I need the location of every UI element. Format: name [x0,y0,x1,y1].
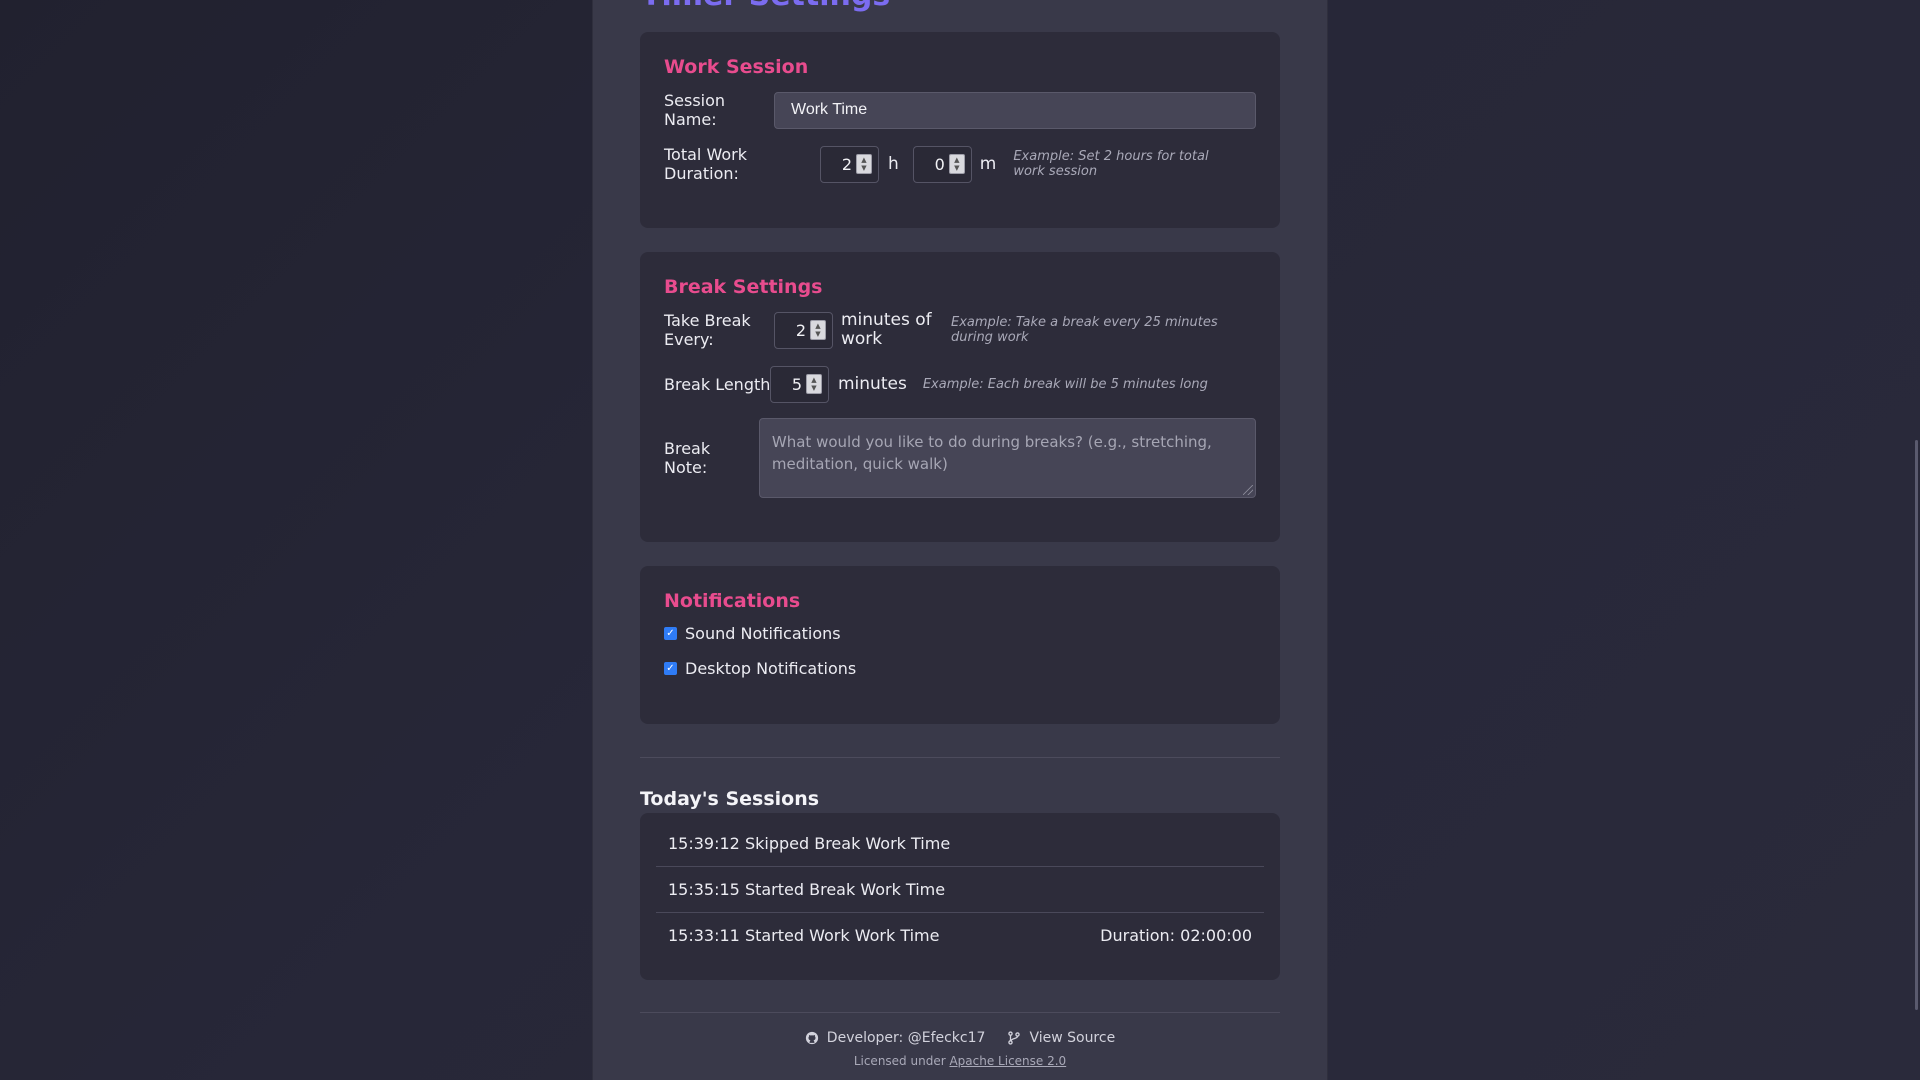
work-duration-hint: Example: Set 2 hours for total work sess… [1013,149,1209,179]
hours-value: 2 [841,154,852,174]
session-entry-text: 15:35:15 Started Break Work Time [668,880,946,899]
break-length-input[interactable]: 5 ▲ ▼ [770,365,829,403]
work-session-section: Work Session Session Name: Work Time Tot… [640,32,1280,228]
desktop-notifications-checkbox[interactable]: ✓ [664,662,677,675]
sessions-divider [640,757,1280,758]
desktop-notifications-label: Desktop Notifications [685,659,857,678]
break-every-value: 2 [795,320,806,340]
page-title: Timer Settings [641,0,890,13]
settings-container: Timer Settings Work Session Session Name… [592,0,1328,1080]
notifications-section: Notifications ✓ Sound Notifications ✓ De… [640,566,1280,724]
git-branch-icon [1008,1031,1021,1045]
break-note-placeholder: What would you like to do during breaks?… [771,433,1212,473]
break-every-label: Take Break Every: [664,311,751,349]
sound-notifications-label: Sound Notifications [685,624,841,643]
license-link[interactable]: Apache License 2.0 [949,1054,1066,1068]
minutes-unit: m [979,154,997,174]
footer-links: Developer: @Efeckc17 View Source [640,1030,1280,1046]
developer-link[interactable]: Developer: @Efeckc17 [805,1030,986,1046]
break-note-row: Break Note: What would you like to do du… [664,418,1256,498]
github-icon [805,1031,818,1045]
break-note-label: Break Note: [664,439,711,477]
break-every-hint: Example: Take a break every 25 minutes d… [951,315,1218,345]
session-entry-text: 15:39:12 Skipped Break Work Time [668,834,951,853]
sessions-list: 15:39:12 Skipped Break Work Time 15:35:1… [640,813,1280,980]
page-scrollbar-thumb[interactable] [1915,440,1918,1010]
break-settings-section: Break Settings Take Break Every: 2 ▲ ▼ mi… [640,252,1280,542]
session-row: 15:35:15 Started Break Work Time [656,867,1264,913]
session-name-input[interactable]: Work Time [774,91,1256,129]
view-source-label: View Source [1029,1030,1116,1046]
break-every-spinner-icon[interactable]: ▲ ▼ [810,320,826,340]
page-scrollbar[interactable] [1912,0,1920,1080]
break-note-textarea[interactable]: What would you like to do during breaks?… [758,418,1256,498]
minutes-input[interactable]: 0 ▲ ▼ [912,145,972,183]
session-row: 15:33:11 Started Work Work Time Duration… [656,913,1264,958]
license-prefix: Licensed under [853,1054,946,1068]
hours-spinner-icon[interactable]: ▲ ▼ [856,154,872,174]
break-length-hint: Example: Each break will be 5 minutes lo… [922,376,1208,392]
license-text: Licensed under Apache License 2.0 [640,1054,1280,1068]
session-name-label: Session Name: [664,91,726,129]
session-name-row: Session Name: Work Time [664,90,1256,130]
sound-notifications-option[interactable]: ✓ Sound Notifications [664,624,1256,643]
sound-notifications-checkbox[interactable]: ✓ [664,627,677,640]
work-duration-label: Total Work Duration: [664,145,747,183]
minutes-spinner-icon[interactable]: ▲ ▼ [948,154,965,174]
break-every-unit: minutes of work [841,310,932,349]
break-every-input[interactable]: 2 ▲ ▼ [774,311,833,349]
view-source-link[interactable]: View Source [1007,1030,1115,1046]
break-length-row: Break Length: 5 ▲ ▼ minutes Example: Each… [664,364,1256,404]
break-settings-title: Break Settings [664,276,823,298]
break-length-unit: minutes [838,374,907,394]
hours-input[interactable]: 2 ▲ ▼ [820,145,879,183]
hours-unit: h [888,154,899,174]
work-duration-row: Total Work Duration: 2 ▲ ▼ h 0 ▲ ▼ m Examp… [664,144,1256,184]
session-row: 15:39:12 Skipped Break Work Time [656,821,1264,867]
notifications-title: Notifications [664,590,801,612]
developer-label: Developer: @Efeckc17 [826,1030,986,1046]
resize-grip-icon[interactable] [1243,485,1253,495]
footer: Developer: @Efeckc17 View Source License… [640,1012,1280,1068]
session-entry-duration: Duration: 02:00:00 [1100,926,1252,945]
minutes-value: 0 [934,154,945,174]
break-every-row: Take Break Every: 2 ▲ ▼ minutes of work E… [664,310,1256,350]
break-length-value: 5 [791,374,802,394]
sessions-title: Today's Sessions [640,788,820,810]
break-length-spinner-icon[interactable]: ▲ ▼ [806,374,822,394]
session-entry-text: 15:33:11 Started Work Work Time [668,926,940,945]
desktop-notifications-option[interactable]: ✓ Desktop Notifications [664,659,1256,678]
work-session-title: Work Session [664,56,809,78]
